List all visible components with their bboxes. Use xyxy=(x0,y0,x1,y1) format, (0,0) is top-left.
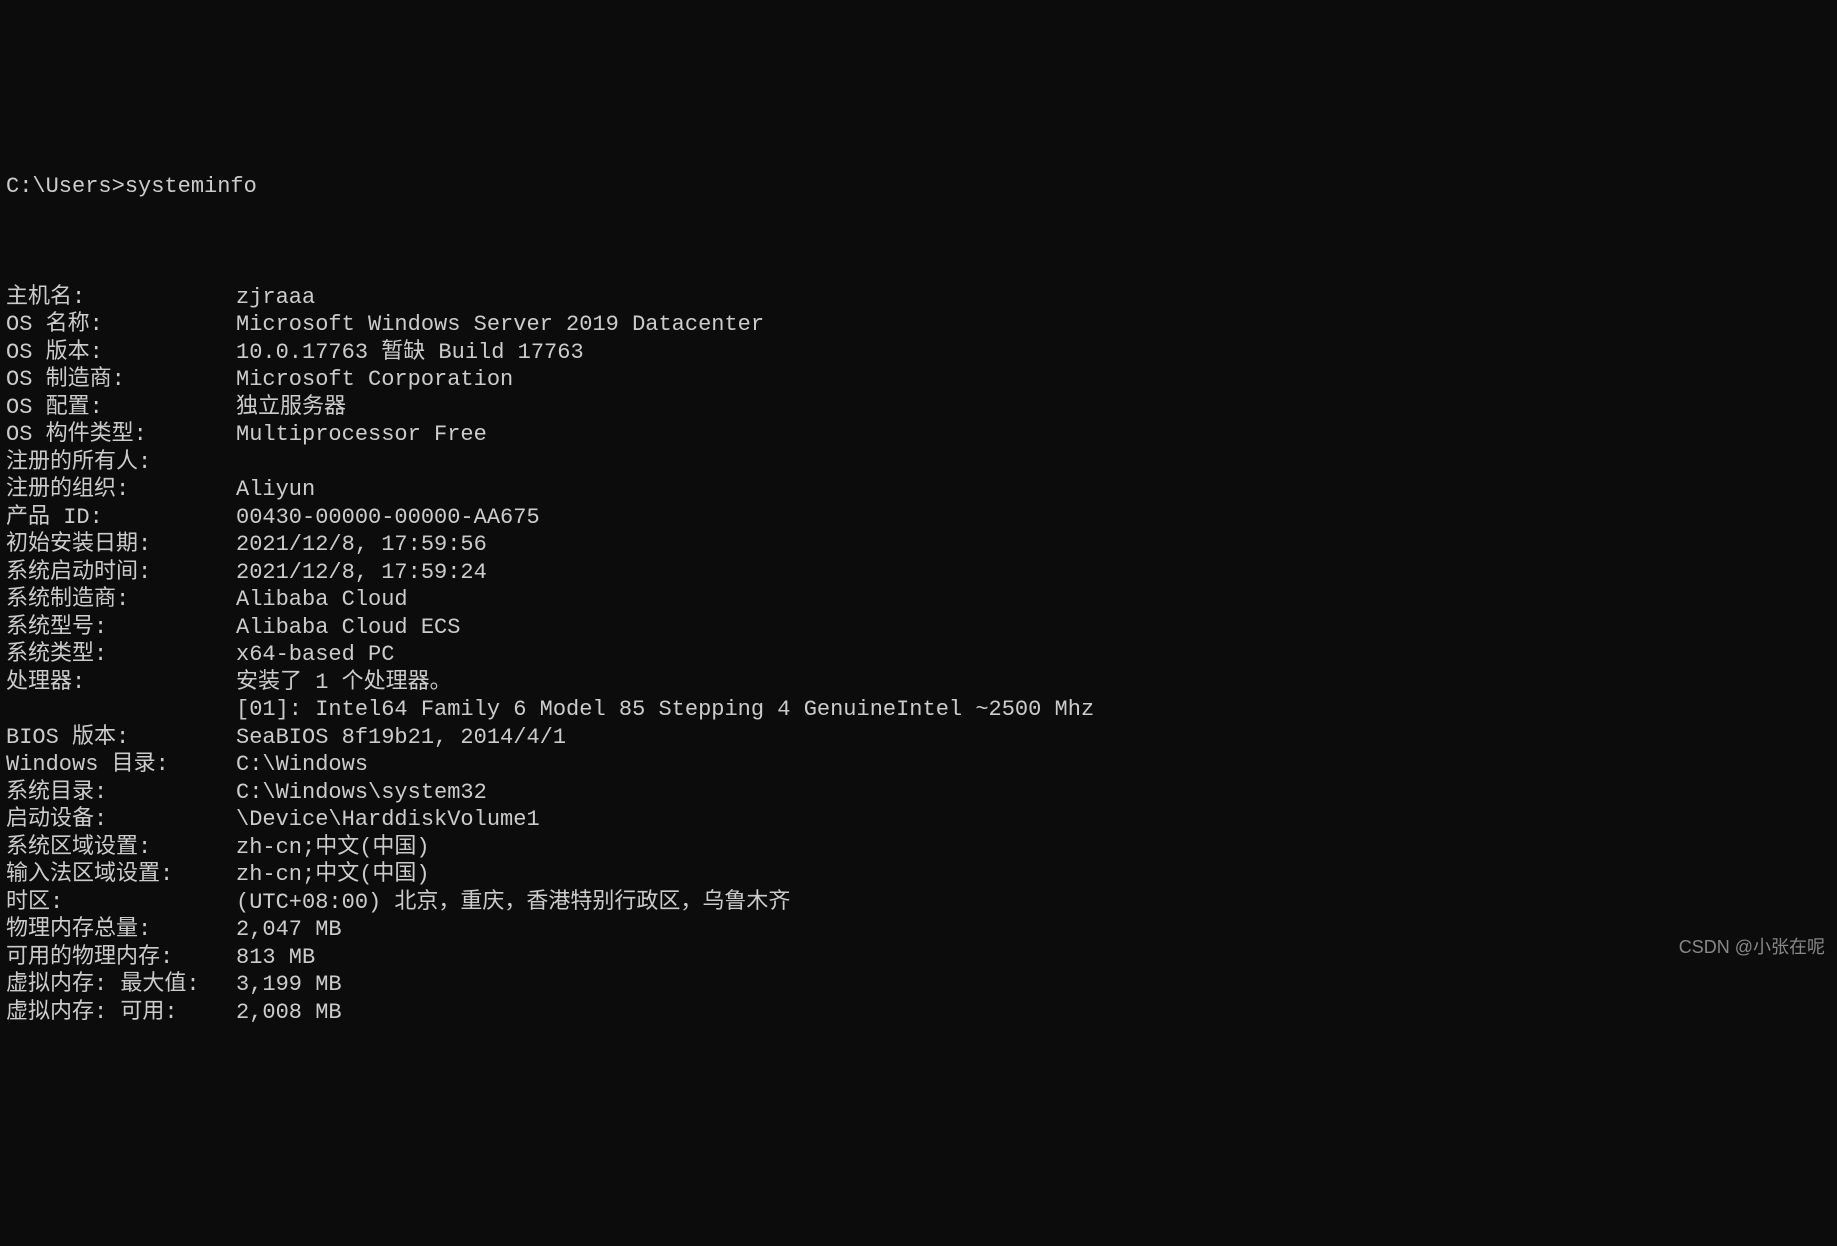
info-label: Windows 目录: xyxy=(6,751,236,779)
info-value: Aliyun xyxy=(236,476,315,504)
info-label: 系统区域设置: xyxy=(6,834,236,862)
info-row: 产品 ID:00430-00000-00000-AA675 xyxy=(6,504,1831,532)
info-row: 输入法区域设置:zh-cn;中文(中国) xyxy=(6,861,1831,889)
info-row: 虚拟内存: 最大值:3,199 MB xyxy=(6,971,1831,999)
info-row: 系统区域设置:zh-cn;中文(中国) xyxy=(6,834,1831,862)
info-label: 产品 ID: xyxy=(6,504,236,532)
info-value: \Device\HarddiskVolume1 xyxy=(236,806,540,834)
info-label: OS 版本: xyxy=(6,339,236,367)
info-row: 虚拟内存: 可用:2,008 MB xyxy=(6,999,1831,1027)
info-row: 初始安装日期:2021/12/8, 17:59:56 xyxy=(6,531,1831,559)
info-label: 物理内存总量: xyxy=(6,916,236,944)
info-label xyxy=(6,696,236,724)
info-value: 10.0.17763 暂缺 Build 17763 xyxy=(236,339,584,367)
watermark-text: CSDN @小张在呢 xyxy=(1679,936,1825,959)
info-value: (UTC+08:00) 北京，重庆，香港特别行政区，乌鲁木齐 xyxy=(236,889,790,917)
info-label: 时区: xyxy=(6,889,236,917)
info-row: 注册的组织:Aliyun xyxy=(6,476,1831,504)
info-value: 2,047 MB xyxy=(236,916,342,944)
info-value: 3,199 MB xyxy=(236,971,342,999)
info-label: 注册的组织: xyxy=(6,476,236,504)
info-value: 独立服务器 xyxy=(236,394,346,422)
info-value: Alibaba Cloud xyxy=(236,586,408,614)
command-prompt-line: C:\Users>systeminfo xyxy=(6,173,1831,201)
info-value: zh-cn;中文(中国) xyxy=(236,834,430,862)
info-row: 物理内存总量:2,047 MB xyxy=(6,916,1831,944)
info-label: OS 名称: xyxy=(6,311,236,339)
info-value: zjraaa xyxy=(236,284,315,312)
info-row: OS 版本:10.0.17763 暂缺 Build 17763 xyxy=(6,339,1831,367)
info-row: 系统启动时间:2021/12/8, 17:59:24 xyxy=(6,559,1831,587)
info-value: SeaBIOS 8f19b21, 2014/4/1 xyxy=(236,724,566,752)
info-value: 2021/12/8, 17:59:24 xyxy=(236,559,487,587)
info-row: 系统目录:C:\Windows\system32 xyxy=(6,779,1831,807)
info-value: x64-based PC xyxy=(236,641,394,669)
info-label: 主机名: xyxy=(6,284,236,312)
info-label: OS 配置: xyxy=(6,394,236,422)
info-row: [01]: Intel64 Family 6 Model 85 Stepping… xyxy=(6,696,1831,724)
info-row: 启动设备:\Device\HarddiskVolume1 xyxy=(6,806,1831,834)
info-row: OS 构件类型:Multiprocessor Free xyxy=(6,421,1831,449)
info-row: 系统制造商:Alibaba Cloud xyxy=(6,586,1831,614)
info-row: 处理器:安装了 1 个处理器。 xyxy=(6,669,1831,697)
info-label: 启动设备: xyxy=(6,806,236,834)
info-value: [01]: Intel64 Family 6 Model 85 Stepping… xyxy=(236,696,1094,724)
info-label: 初始安装日期: xyxy=(6,531,236,559)
info-label: 系统型号: xyxy=(6,614,236,642)
info-label: 可用的物理内存: xyxy=(6,944,236,972)
info-row: 时区:(UTC+08:00) 北京，重庆，香港特别行政区，乌鲁木齐 xyxy=(6,889,1831,917)
info-label: 系统目录: xyxy=(6,779,236,807)
info-label: 注册的所有人: xyxy=(6,449,236,477)
info-row: 可用的物理内存:813 MB xyxy=(6,944,1831,972)
info-value: 2,008 MB xyxy=(236,999,342,1027)
info-row: OS 名称:Microsoft Windows Server 2019 Data… xyxy=(6,311,1831,339)
info-row: OS 制造商:Microsoft Corporation xyxy=(6,366,1831,394)
info-label: 虚拟内存: 最大值: xyxy=(6,971,236,999)
info-row: OS 配置:独立服务器 xyxy=(6,394,1831,422)
info-label: 处理器: xyxy=(6,669,236,697)
info-row: 注册的所有人: xyxy=(6,449,1831,477)
info-row: BIOS 版本:SeaBIOS 8f19b21, 2014/4/1 xyxy=(6,724,1831,752)
info-value: Alibaba Cloud ECS xyxy=(236,614,460,642)
info-label: 输入法区域设置: xyxy=(6,861,236,889)
info-row: 系统类型:x64-based PC xyxy=(6,641,1831,669)
info-value: C:\Windows xyxy=(236,751,368,779)
info-value: C:\Windows\system32 xyxy=(236,779,487,807)
info-value: 安装了 1 个处理器。 xyxy=(236,669,452,697)
info-row: Windows 目录:C:\Windows xyxy=(6,751,1831,779)
info-value: 2021/12/8, 17:59:56 xyxy=(236,531,487,559)
info-value: zh-cn;中文(中国) xyxy=(236,861,430,889)
terminal-output[interactable]: C:\Users>systeminfo 主机名:zjraaaOS 名称:Micr… xyxy=(6,118,1831,1054)
info-label: 虚拟内存: 可用: xyxy=(6,999,236,1027)
info-row: 主机名:zjraaa xyxy=(6,284,1831,312)
info-value: Multiprocessor Free xyxy=(236,421,487,449)
info-label: 系统类型: xyxy=(6,641,236,669)
info-row: 系统型号:Alibaba Cloud ECS xyxy=(6,614,1831,642)
info-label: OS 构件类型: xyxy=(6,421,236,449)
info-label: 系统启动时间: xyxy=(6,559,236,587)
info-label: 系统制造商: xyxy=(6,586,236,614)
info-value: Microsoft Windows Server 2019 Datacenter xyxy=(236,311,764,339)
systeminfo-output: 主机名:zjraaaOS 名称:Microsoft Windows Server… xyxy=(6,284,1831,1027)
info-label: BIOS 版本: xyxy=(6,724,236,752)
info-value: Microsoft Corporation xyxy=(236,366,513,394)
info-value: 813 MB xyxy=(236,944,315,972)
info-value: 00430-00000-00000-AA675 xyxy=(236,504,540,532)
info-label: OS 制造商: xyxy=(6,366,236,394)
